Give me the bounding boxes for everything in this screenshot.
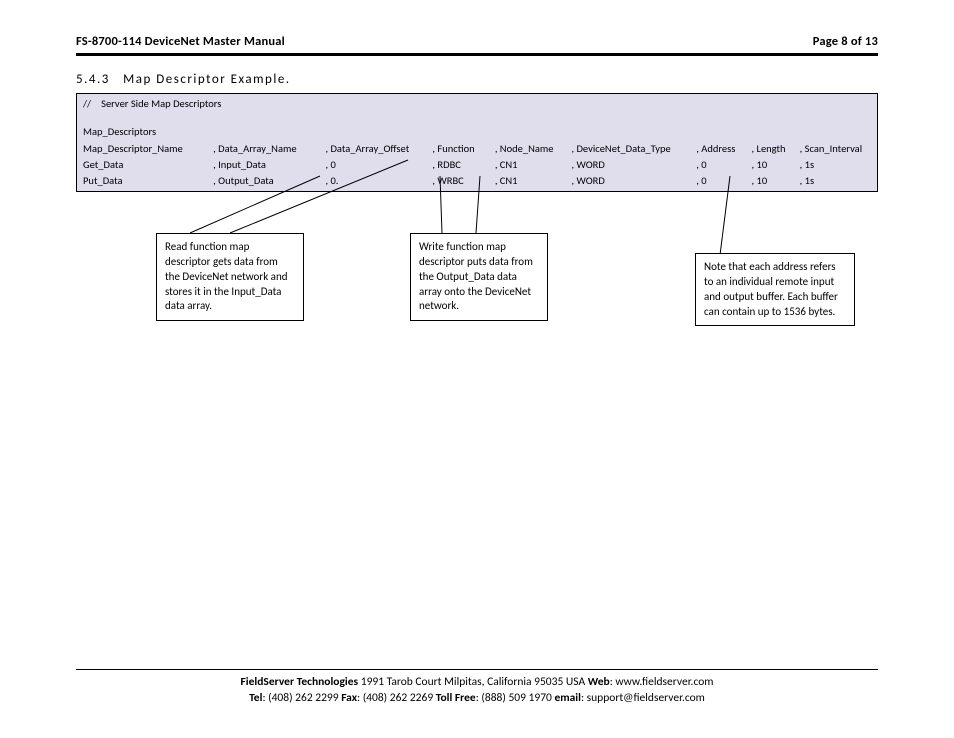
footer-email-label: email: [554, 691, 580, 705]
footer-tollfree: : (888) 509 1970: [476, 691, 555, 705]
footer-fax: : (408) 262 2269: [357, 691, 436, 705]
footer-web: : www.fieldserver.com: [610, 675, 714, 689]
page: FS-8700-114 DeviceNet Master Manual Page…: [0, 0, 954, 738]
page-footer: FieldServer Technologies 1991 Tarob Cour…: [76, 669, 878, 706]
callout-write: Write function map descriptor puts data …: [410, 233, 548, 321]
callout-read: Read function map descriptor gets data f…: [156, 233, 304, 321]
footer-address: 1991 Tarob Court Milpitas, California 95…: [358, 675, 588, 689]
footer-line-2: Tel: (408) 262 2299 Fax: (408) 262 2269 …: [76, 690, 878, 706]
callout-address: Note that each address refers to an indi…: [695, 253, 855, 326]
footer-tel-label: Tel: [249, 691, 262, 705]
footer-web-label: Web: [588, 675, 610, 689]
footer-rule: [76, 669, 878, 670]
footer-tollfree-label: Toll Free: [436, 691, 476, 705]
footer-line-1: FieldServer Technologies 1991 Tarob Cour…: [76, 674, 878, 690]
footer-fax-label: Fax: [341, 691, 357, 705]
footer-tel: : (408) 262 2299: [262, 691, 341, 705]
footer-company: FieldServer Technologies: [241, 675, 359, 689]
footer-email: : support@fieldserver.com: [581, 691, 705, 705]
connector-lines: [0, 0, 954, 738]
